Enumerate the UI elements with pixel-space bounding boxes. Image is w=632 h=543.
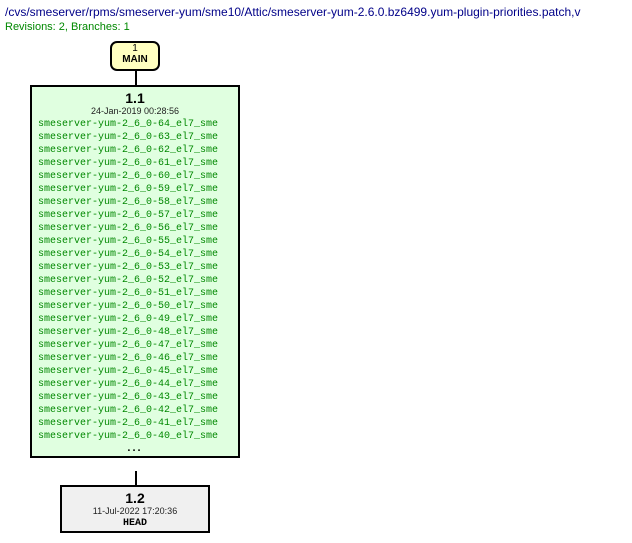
tag-list: smeserver-yum-2_6_0-64_el7_sme smeserver…	[36, 118, 234, 443]
tag-item: smeserver-yum-2_6_0-53_el7_sme	[38, 261, 234, 274]
branch-label: MAIN	[112, 54, 158, 66]
tag-item: smeserver-yum-2_6_0-45_el7_sme	[38, 365, 234, 378]
branch-main-box[interactable]: 1 MAIN	[110, 41, 160, 71]
tag-item: smeserver-yum-2_6_0-47_el7_sme	[38, 339, 234, 352]
tag-item: smeserver-yum-2_6_0-63_el7_sme	[38, 131, 234, 144]
tag-item: smeserver-yum-2_6_0-46_el7_sme	[38, 352, 234, 365]
tag-item: smeserver-yum-2_6_0-52_el7_sme	[38, 274, 234, 287]
revision-box-1[interactable]: 1.1 24-Jan-2019 00:28:56 smeserver-yum-2…	[30, 85, 240, 458]
tag-item: smeserver-yum-2_6_0-64_el7_sme	[38, 118, 234, 131]
revision-box-2[interactable]: 1.2 11-Jul-2022 17:20:36 HEAD	[60, 485, 210, 533]
connector-line	[135, 471, 137, 485]
revision-date: 11-Jul-2022 17:20:36	[66, 506, 204, 516]
tag-item: smeserver-yum-2_6_0-57_el7_sme	[38, 209, 234, 222]
tag-item: smeserver-yum-2_6_0-48_el7_sme	[38, 326, 234, 339]
tag-item: smeserver-yum-2_6_0-43_el7_sme	[38, 391, 234, 404]
tag-item: smeserver-yum-2_6_0-55_el7_sme	[38, 235, 234, 248]
connector-line	[135, 71, 137, 85]
tag-item: smeserver-yum-2_6_0-59_el7_sme	[38, 183, 234, 196]
tag-item: smeserver-yum-2_6_0-58_el7_sme	[38, 196, 234, 209]
revision-version: 1.2	[66, 490, 204, 506]
revision-date: 24-Jan-2019 00:28:56	[36, 106, 234, 116]
tag-item: smeserver-yum-2_6_0-60_el7_sme	[38, 170, 234, 183]
revision-graph: 1 MAIN 1.1 24-Jan-2019 00:28:56 smeserve…	[5, 41, 627, 521]
tag-item: smeserver-yum-2_6_0-50_el7_sme	[38, 300, 234, 313]
tag-item: smeserver-yum-2_6_0-54_el7_sme	[38, 248, 234, 261]
branch-num: 1	[112, 44, 158, 54]
tag-item: smeserver-yum-2_6_0-51_el7_sme	[38, 287, 234, 300]
tag-item: smeserver-yum-2_6_0-61_el7_sme	[38, 157, 234, 170]
revision-version: 1.1	[36, 90, 234, 106]
tag-item: smeserver-yum-2_6_0-42_el7_sme	[38, 404, 234, 417]
tag-item: smeserver-yum-2_6_0-62_el7_sme	[38, 144, 234, 157]
tag-item: smeserver-yum-2_6_0-49_el7_sme	[38, 313, 234, 326]
tag-item: smeserver-yum-2_6_0-44_el7_sme	[38, 378, 234, 391]
revision-info: Revisions: 2, Branches: 1	[5, 21, 627, 33]
file-path: /cvs/smeserver/rpms/smeserver-yum/sme10/…	[5, 5, 627, 19]
tag-item: smeserver-yum-2_6_0-41_el7_sme	[38, 417, 234, 430]
head-label: HEAD	[66, 518, 204, 529]
ellipsis: ...	[36, 442, 234, 454]
tag-item: smeserver-yum-2_6_0-56_el7_sme	[38, 222, 234, 235]
